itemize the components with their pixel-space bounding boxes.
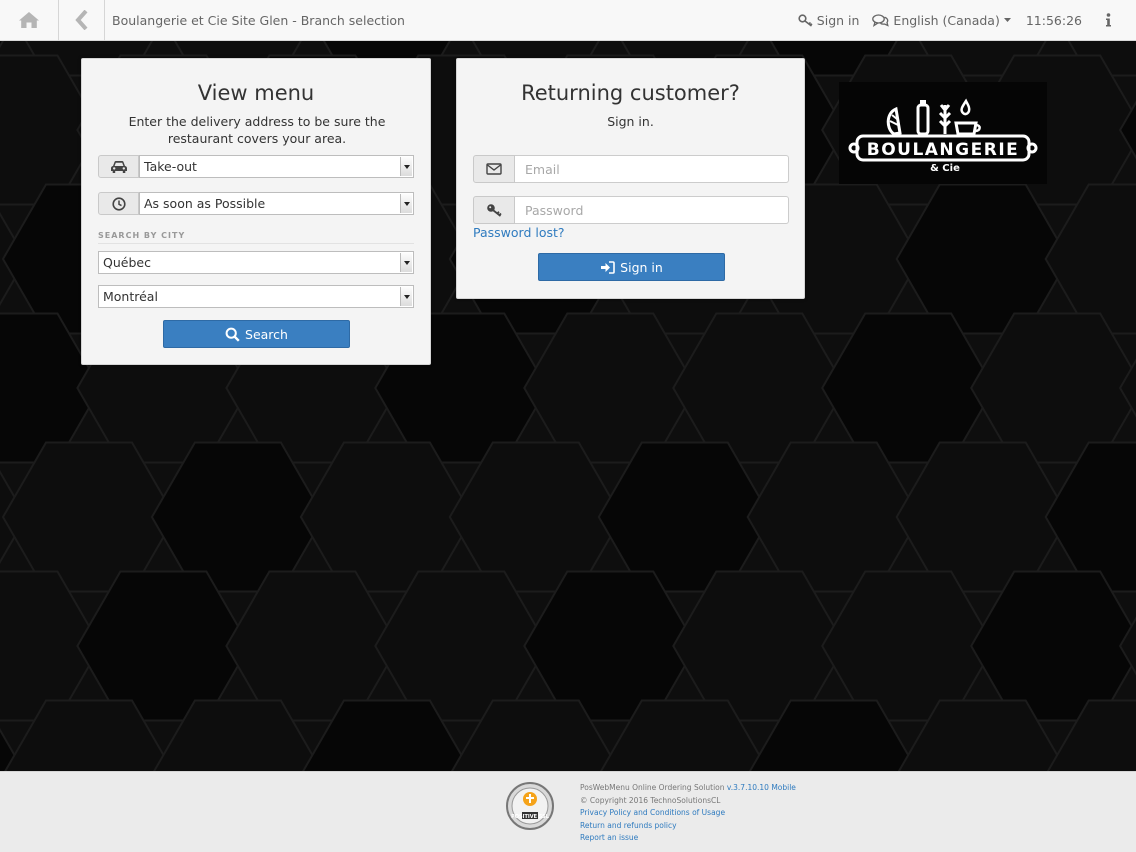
password-field[interactable]: [515, 196, 789, 224]
refunds-policy-link[interactable]: Return and refunds policy: [580, 820, 796, 833]
search-button-label: Search: [245, 326, 288, 342]
background-hexagon: [970, 570, 1136, 722]
password-lost-link[interactable]: Password lost?: [473, 225, 565, 240]
returning-customer-panel: Returning customer? Sign in. Password lo…: [456, 58, 805, 299]
background-hexagon: [1118, 358, 1136, 418]
background-hexagon: [1118, 100, 1136, 160]
background-hexagon: [1118, 616, 1136, 676]
dropdown-arrow-icon: [400, 194, 412, 213]
sign-in-link[interactable]: Sign in: [798, 12, 860, 28]
car-icon: [110, 160, 127, 173]
home-button[interactable]: [0, 0, 59, 41]
order-type-select[interactable]: Take-out: [139, 155, 414, 178]
background-hexagon: [895, 441, 1070, 593]
city-select[interactable]: Montréal: [98, 285, 414, 308]
logo-subtext: & Cie: [930, 163, 960, 174]
background-hexagon: [746, 441, 921, 593]
dropdown-arrow-icon: [400, 253, 412, 272]
background-hexagon: [76, 570, 251, 722]
email-row: [473, 155, 789, 183]
positive-ssl-badge[interactable]: POSITIVE SSL: [505, 781, 555, 835]
top-navbar: Boulangerie et Cie Site Glen - Branch se…: [0, 0, 1136, 41]
background-hexagon: [299, 441, 475, 593]
language-label: English (Canada): [893, 12, 1000, 28]
sign-in-label: Sign in: [816, 12, 860, 28]
footer-product: PosWebMenu Online Ordering Solution: [580, 783, 725, 792]
sign-in-button[interactable]: Sign in: [538, 253, 725, 281]
province-row: Québec: [98, 251, 414, 274]
order-type-value: Take-out: [144, 159, 197, 174]
logo-text: BOULANGERIE: [867, 140, 1020, 160]
background-hexagon: [597, 441, 772, 593]
returning-customer-subtitle: Sign in.: [607, 114, 654, 129]
footer-copyright: © Copyright 2016 TechnoSolutionsCL: [580, 795, 721, 805]
background-hexagon: [523, 570, 698, 722]
footer-info: PosWebMenu Online Ordering Solution v.3.…: [580, 782, 796, 845]
background-hexagon: [672, 570, 847, 722]
report-issue-link[interactable]: Report an issue: [580, 832, 796, 845]
background-hexagon: [225, 570, 400, 722]
view-menu-panel: View menu Enter the delivery address to …: [81, 58, 431, 365]
background-hexagon: [1, 441, 177, 593]
background-hexagon: [523, 312, 698, 464]
language-selector[interactable]: English (Canada): [872, 13, 1011, 28]
sign-in-icon: [601, 260, 615, 274]
caret-down-icon: [1003, 18, 1011, 22]
city-row: Montréal: [98, 285, 414, 308]
view-menu-subtitle: Enter the delivery address to be sure th…: [128, 114, 386, 146]
view-menu-title: View menu: [197, 81, 315, 105]
background-hexagon: [448, 441, 623, 593]
order-time-select[interactable]: As soon as Possible: [139, 192, 414, 215]
footer-product-line: PosWebMenu Online Ordering Solution v.3.…: [580, 782, 796, 795]
chat-bubbles-icon: [872, 13, 890, 27]
search-button[interactable]: Search: [163, 320, 350, 348]
dropdown-arrow-icon: [400, 287, 412, 306]
ssl-seal-icon: POSITIVE SSL: [506, 782, 554, 830]
password-row: [473, 196, 789, 224]
province-value: Québec: [103, 255, 151, 270]
background-hexagon: [1044, 441, 1136, 593]
chevron-left-icon: [74, 10, 87, 30]
background-hexagon: [1044, 183, 1136, 335]
dropdown-arrow-icon: [400, 157, 412, 176]
email-field[interactable]: [515, 155, 789, 183]
privacy-policy-link[interactable]: Privacy Policy and Conditions of Usage: [580, 807, 796, 820]
order-time-row: As soon as Possible: [98, 192, 414, 215]
background-hexagon: [672, 312, 847, 464]
province-select[interactable]: Québec: [98, 251, 414, 274]
sign-in-button-label: Sign in: [620, 259, 663, 275]
returning-customer-title: Returning customer?: [521, 81, 740, 105]
envelope-icon: [486, 163, 502, 175]
ssl-badge-text: POSITIVE SSL: [511, 814, 550, 820]
background-hexagon: [150, 441, 326, 593]
background-hexagon: [821, 570, 996, 722]
footer-version: v.3.7.10.10 Mobile: [726, 783, 796, 792]
background-hexagon: [374, 570, 549, 722]
order-time-addon: [98, 192, 139, 215]
back-button[interactable]: [59, 0, 105, 41]
background-hexagon: [821, 312, 996, 464]
search-by-city-label: SEARCH BY CITY: [98, 231, 186, 240]
order-time-value: As soon as Possible: [144, 196, 266, 211]
home-icon: [19, 12, 39, 28]
info-icon: [1105, 13, 1111, 27]
email-addon: [473, 155, 515, 183]
city-value: Montréal: [103, 289, 158, 304]
order-type-row: Take-out: [98, 155, 414, 178]
background-hexagon: [895, 183, 1070, 335]
key-icon: [798, 13, 813, 27]
footer: POSITIVE SSL PosWebMenu Online Ordering …: [0, 771, 1136, 852]
clock-time: 11:56:26: [1025, 12, 1082, 28]
key-icon: [487, 204, 502, 217]
search-icon: [225, 327, 240, 342]
clock-icon: [111, 196, 126, 211]
boulangerie-logo: BOULANGERIE & Cie: [839, 82, 1047, 184]
info-button[interactable]: [1102, 13, 1114, 27]
background-hexagon: [970, 312, 1136, 464]
password-addon: [473, 196, 515, 224]
section-divider: [98, 243, 414, 244]
page-title: Boulangerie et Cie Site Glen - Branch se…: [112, 12, 405, 28]
order-type-addon: [98, 155, 139, 178]
